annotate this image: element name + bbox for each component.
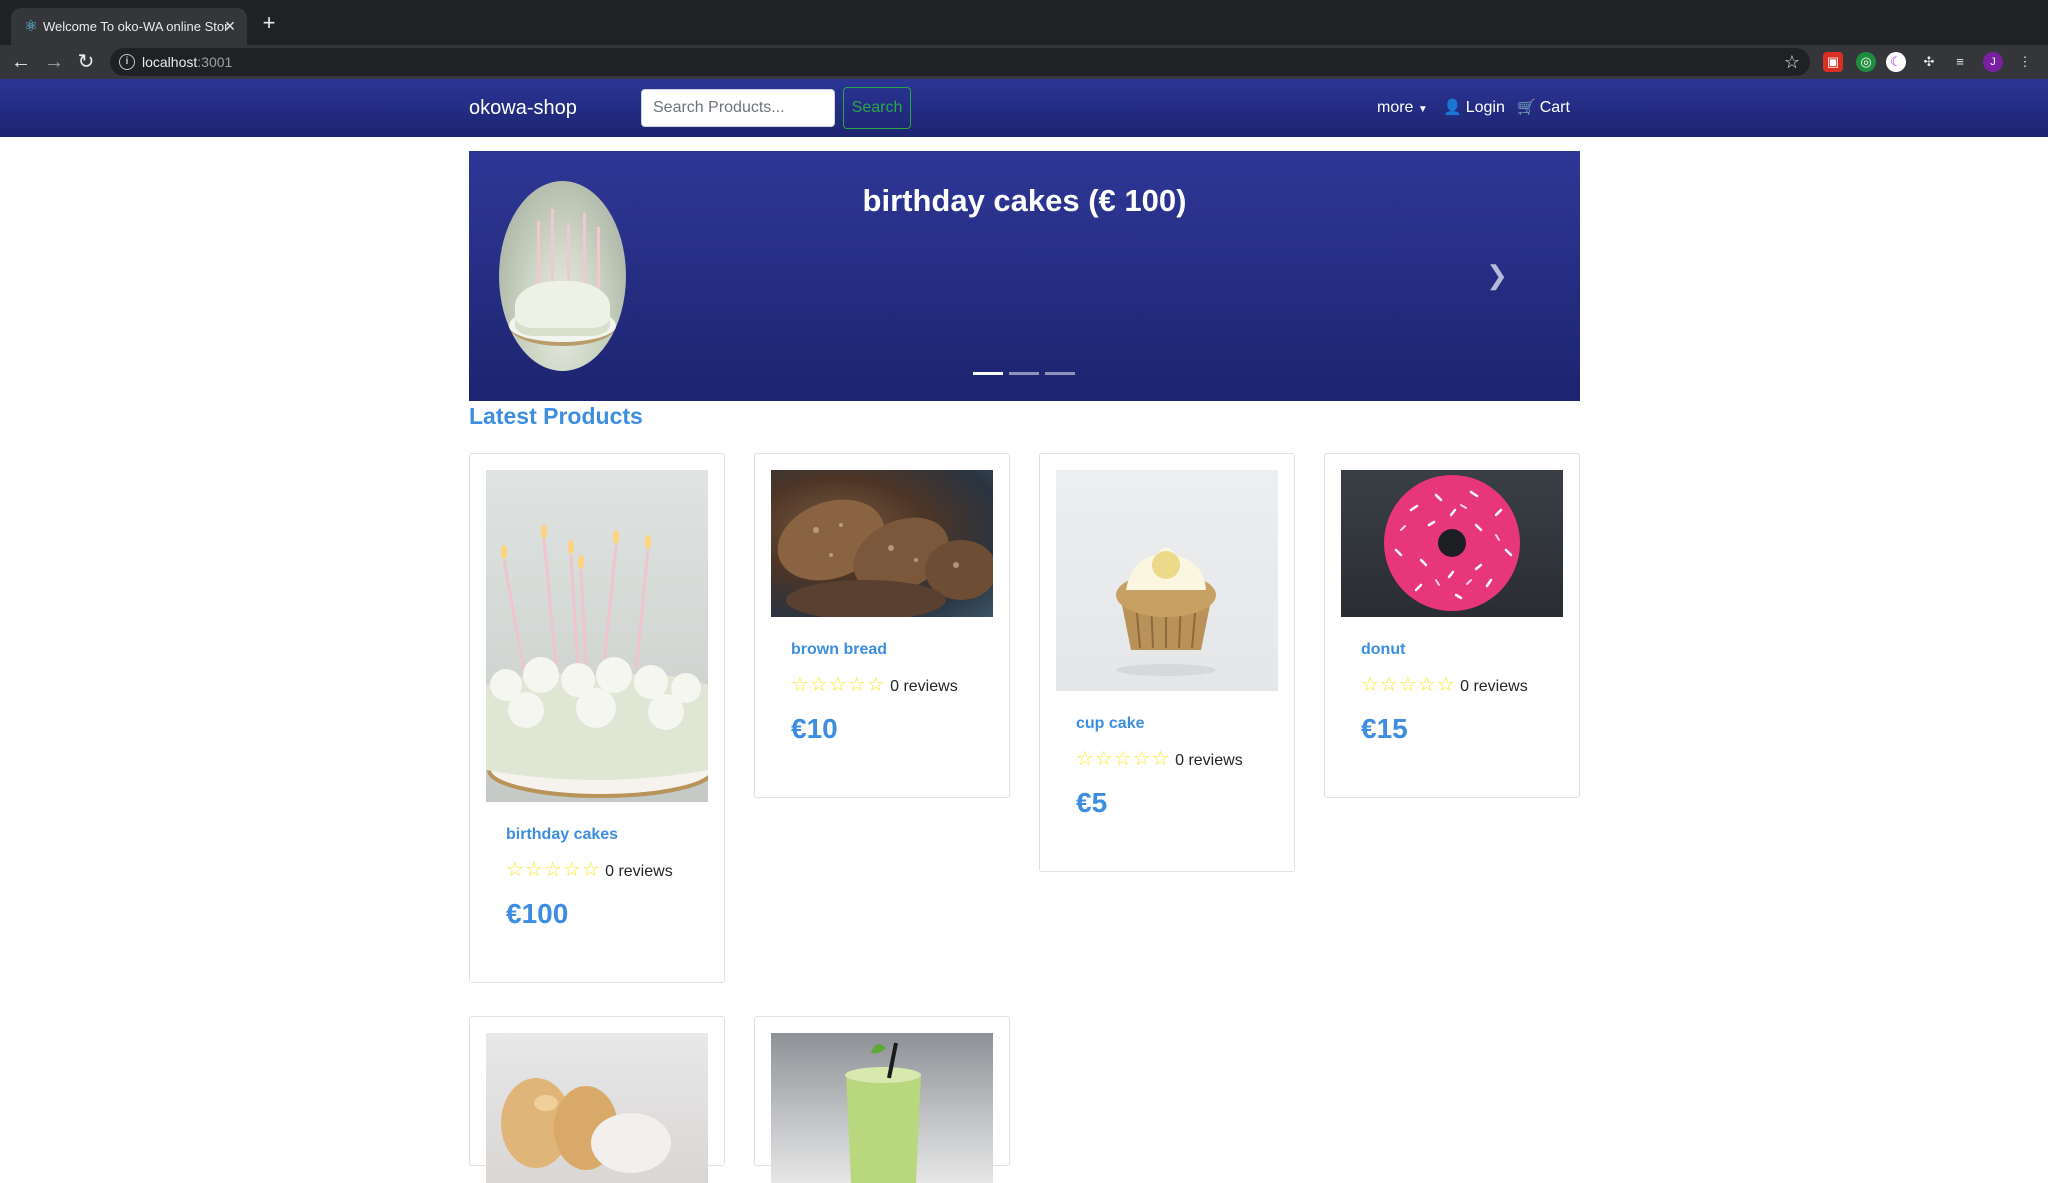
login-label: Login [1465,99,1505,116]
product-name[interactable]: donut [1361,640,1405,660]
review-count: 0 reviews [605,863,673,880]
url-port: :3001 [197,54,233,70]
product-card: birthday cakes ☆☆☆☆☆ 0 reviews €100 [469,453,725,983]
carousel-caption[interactable]: birthday cakes (€ 100) [469,183,1580,219]
forward-icon[interactable]: → [41,49,67,75]
browser-toolbar: ← → ↻ i localhost:3001 ☆ ▣ ◎ ☾ ✣ ≡ J ⋮ [0,45,2048,79]
section-title: Latest Products [469,403,643,429]
rating-stars-icon: ☆☆☆☆☆ [506,859,601,881]
product-card: donut ☆☆☆☆☆ 0 reviews €15 [1324,453,1580,798]
product-price: €100 [506,898,569,929]
reading-list-icon[interactable]: ≡ [1950,52,1970,72]
site-info-icon[interactable]: i [119,54,135,70]
product-image[interactable] [1341,470,1563,617]
tab-title: Welcome To oko-WA online Store [43,19,229,34]
browser-menu-icon[interactable]: ⋮ [2015,52,2035,72]
extensions-puzzle-icon[interactable]: ✣ [1919,52,1939,72]
extension-red-icon[interactable]: ▣ [1823,52,1843,72]
product-rating: ☆☆☆☆☆ 0 reviews [791,674,958,698]
carousel-indicators [973,372,1078,376]
search-button[interactable]: Search [843,87,911,129]
more-label: more [1377,99,1414,116]
login-link[interactable]: 👤 Login [1443,98,1505,118]
site-navbar: okowa-shop Search more ▼ 👤Login 🛒Cart [0,79,2048,137]
product-rating: ☆☆☆☆☆ 0 reviews [506,859,673,883]
url-text: localhost:3001 [142,54,232,70]
new-tab-icon[interactable]: + [258,12,280,34]
rating-stars-icon: ☆☆☆☆☆ [1076,748,1171,770]
cart-link[interactable]: 🛒 Cart [1517,98,1570,118]
carousel-indicator[interactable] [1045,372,1075,375]
close-tab-icon[interactable]: × [221,17,239,35]
address-bar[interactable]: i localhost:3001 ☆ [110,48,1810,76]
carousel-next-icon[interactable]: ❯ [1485,259,1509,291]
browser-tab-bar: ⚛ Welcome To oko-WA online Store × + [0,0,2048,45]
user-icon: 👤 [1443,99,1462,116]
review-count: 0 reviews [1460,678,1528,695]
product-name[interactable]: cup cake [1076,714,1144,734]
product-name[interactable]: brown bread [791,640,887,660]
carousel-indicator[interactable] [1009,372,1039,375]
cart-icon: 🛒 [1517,99,1536,116]
product-image[interactable] [771,470,993,617]
product-card: cup cake ☆☆☆☆☆ 0 reviews €5 [1039,453,1295,872]
product-carousel[interactable]: birthday cakes (€ 100) ❯ [469,151,1580,401]
product-image[interactable] [1056,470,1278,691]
product-price: €5 [1076,787,1108,818]
profile-avatar[interactable]: J [1983,52,2003,72]
back-icon[interactable]: ← [8,49,34,75]
rating-stars-icon: ☆☆☆☆☆ [791,674,886,696]
review-count: 0 reviews [1175,752,1243,769]
more-dropdown[interactable]: more ▼ [1377,98,1428,120]
caret-down-icon: ▼ [1417,104,1428,115]
product-rating: ☆☆☆☆☆ 0 reviews [1361,674,1528,698]
brand-logo[interactable]: okowa-shop [469,96,577,120]
browser-tab[interactable]: ⚛ Welcome To oko-WA online Store × [11,8,247,45]
reload-icon[interactable]: ↻ [73,49,99,75]
product-card [754,1016,1010,1183]
extension-moon-icon[interactable]: ☾ [1886,52,1906,72]
product-card [469,1016,725,1183]
product-price: €10 [791,713,838,744]
react-icon: ⚛ [24,18,38,35]
carousel-indicator[interactable] [973,372,1003,375]
product-card: brown bread ☆☆☆☆☆ 0 reviews €10 [754,453,1010,798]
review-count: 0 reviews [890,678,958,695]
extension-green-icon[interactable]: ◎ [1856,52,1876,72]
search-input[interactable] [641,89,835,127]
product-rating: ☆☆☆☆☆ 0 reviews [1076,748,1243,772]
product-name[interactable]: birthday cakes [506,825,618,845]
bookmark-star-icon[interactable]: ☆ [1784,51,1800,73]
product-price: €15 [1361,713,1408,744]
product-image[interactable] [486,1033,708,1183]
product-image[interactable] [486,470,708,802]
product-image[interactable] [771,1033,993,1183]
rating-stars-icon: ☆☆☆☆☆ [1361,674,1456,696]
url-host: localhost [142,54,198,70]
cart-label: Cart [1539,99,1570,116]
